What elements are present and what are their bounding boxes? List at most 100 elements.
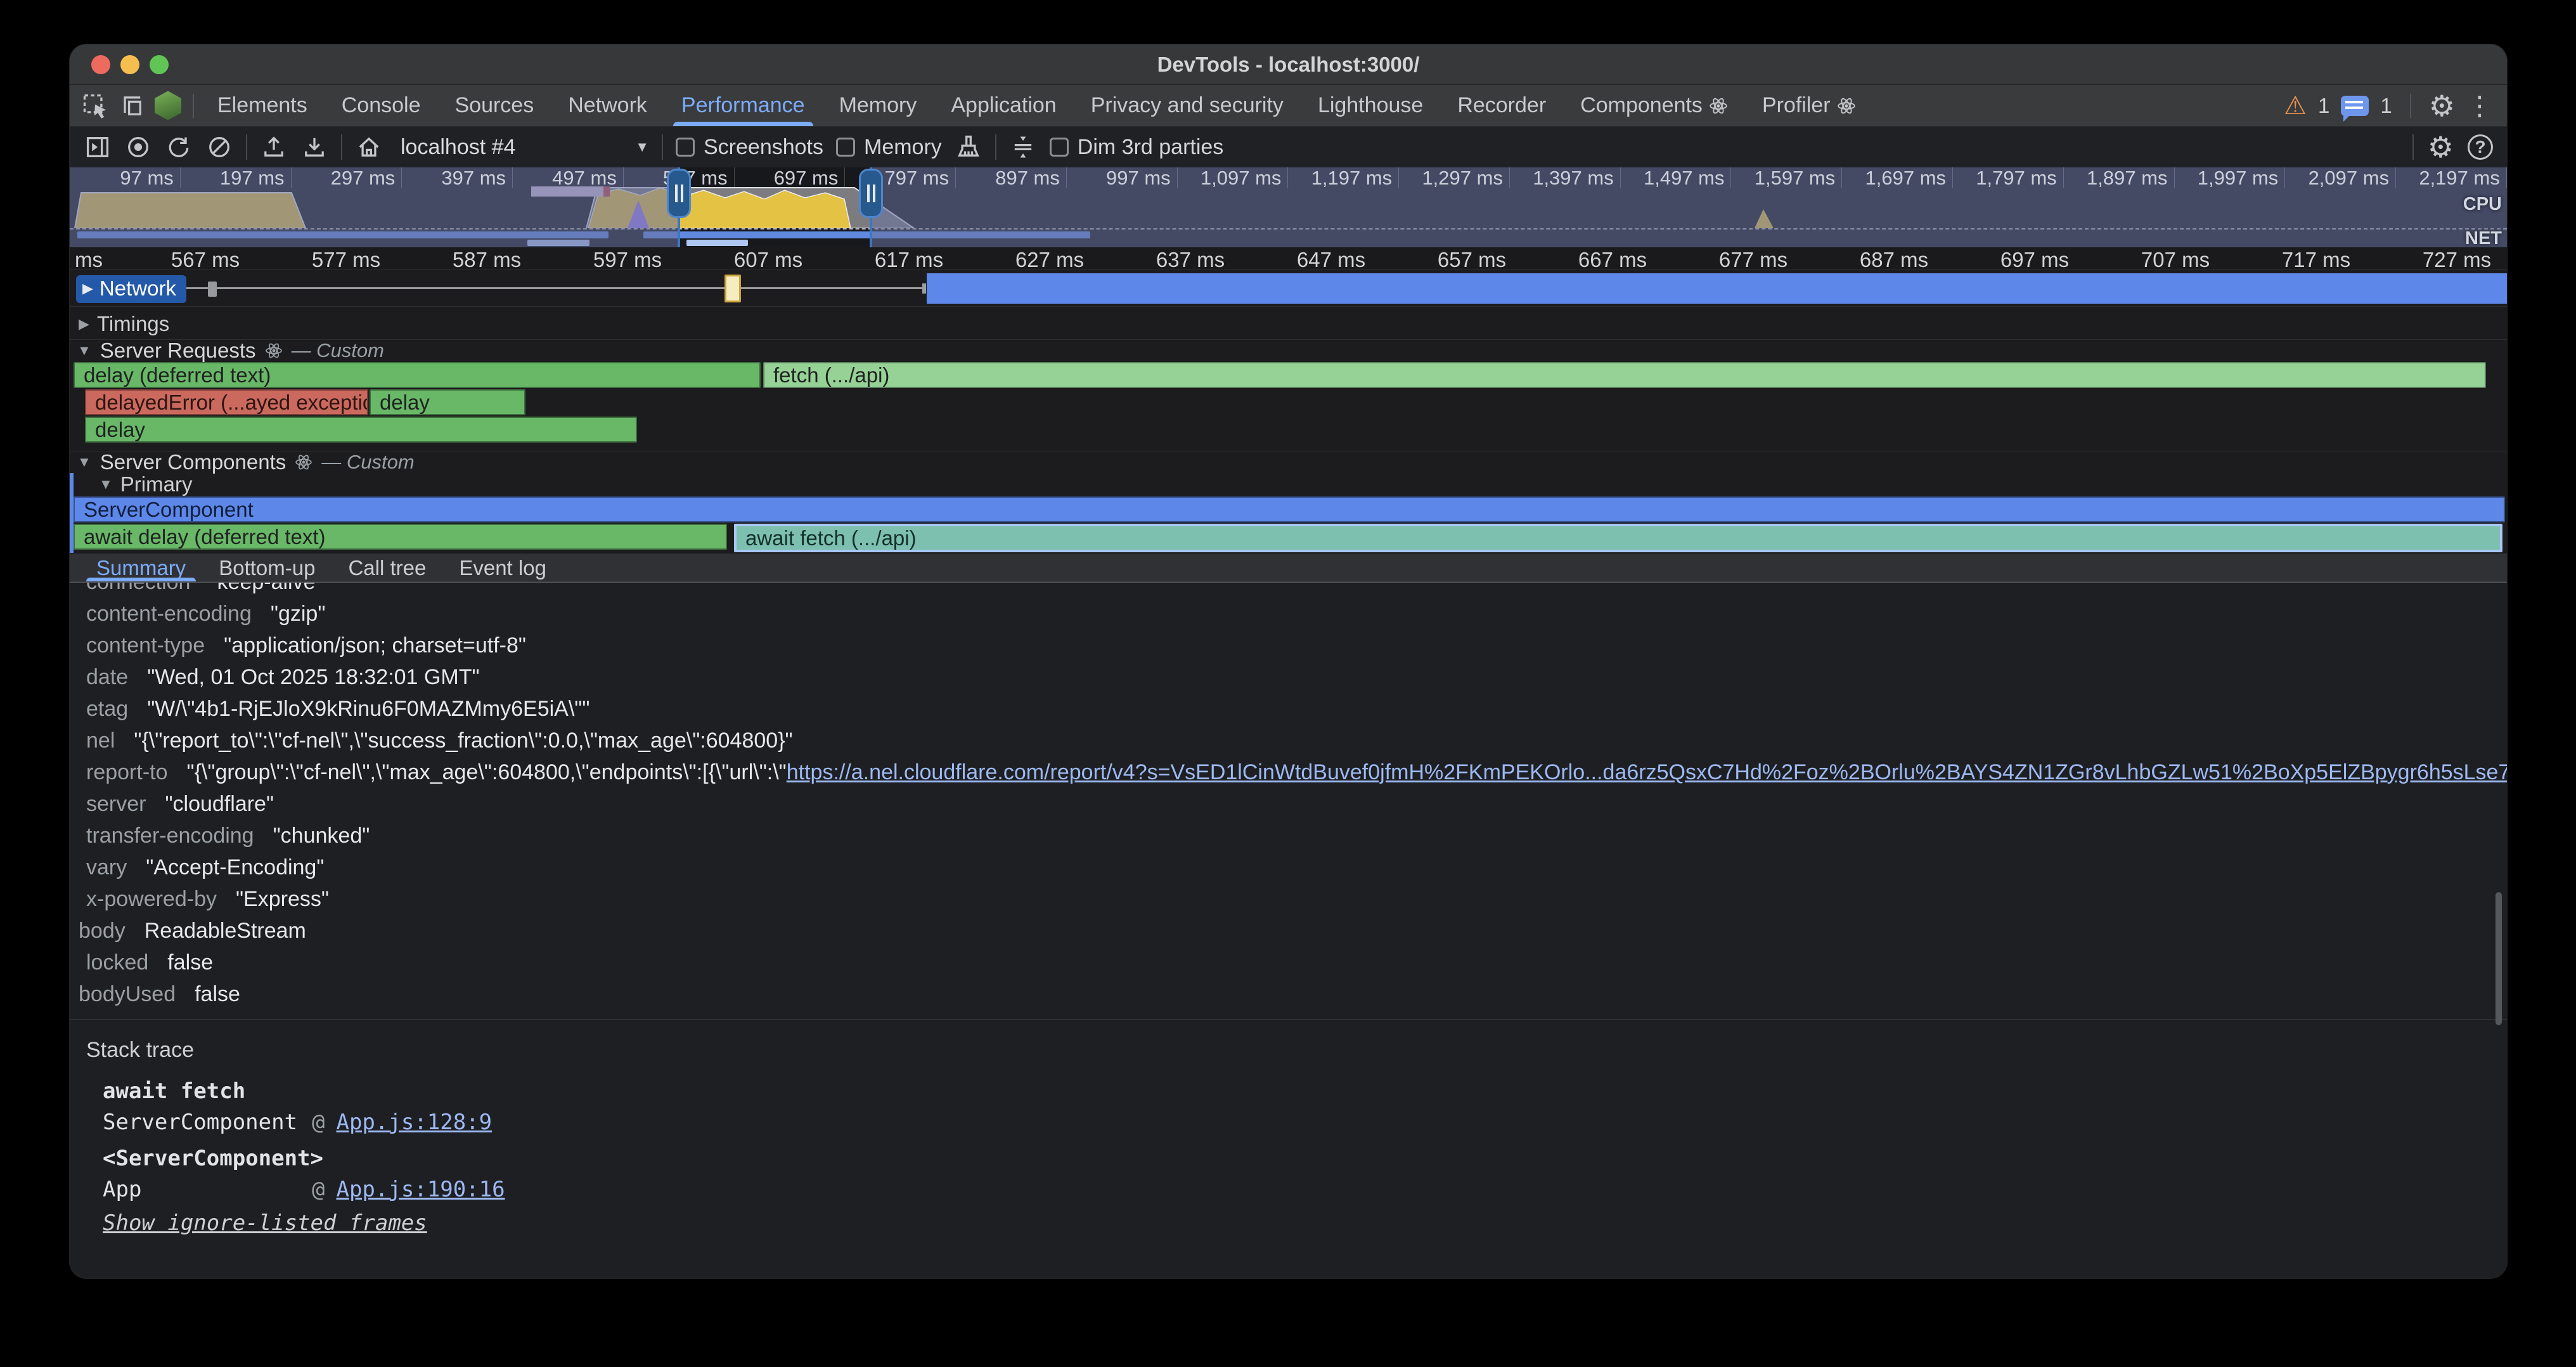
toolbar-separator — [2412, 134, 2414, 160]
settings-gear-icon[interactable]: ⚙ — [2429, 91, 2455, 120]
close-window-button[interactable] — [91, 55, 110, 74]
header-row: date "Wed, 01 Oct 2025 18:32:01 GMT" — [70, 661, 2507, 693]
memory-label: Memory — [864, 135, 942, 160]
axis-tick-label: 657 ms — [1438, 248, 1506, 272]
history-selector[interactable]: localhost #4 ▼ — [396, 135, 649, 160]
record-and-reload-icon[interactable] — [165, 133, 193, 161]
live-metrics-home-icon[interactable] — [355, 133, 383, 161]
timeline-event-bar[interactable]: ServerComponent — [74, 496, 2505, 522]
clear-icon[interactable] — [205, 133, 233, 161]
header-row: server "cloudflare" — [70, 788, 2507, 820]
devtools-tab[interactable]: Performance — [664, 85, 822, 126]
summary-pane[interactable]: connection "keep-alive" content-encoding… — [70, 582, 2507, 1278]
dim-3rd-parties-checkbox[interactable]: Dim 3rd parties — [1050, 135, 1224, 160]
network-request-stalled-box[interactable] — [724, 275, 741, 302]
timeline-overview[interactable]: 97 ms197 ms297 ms397 ms497 ms597 ms697 m… — [70, 167, 2507, 247]
devtools-tab[interactable]: Application — [934, 85, 1073, 126]
capture-settings-gear-icon[interactable]: ⚙ — [2428, 133, 2454, 162]
history-selected-value: localhost #4 — [401, 135, 515, 160]
details-tab[interactable]: Call tree — [332, 554, 442, 581]
collect-garbage-icon[interactable] — [955, 133, 982, 161]
load-profile-icon[interactable] — [260, 133, 288, 161]
server-components-group: ▼ Primary ServerComponent await delay (d… — [70, 473, 2507, 553]
zoom-window-button[interactable] — [150, 55, 169, 74]
timings-track-label[interactable]: ▶ Timings — [79, 312, 169, 336]
memory-checkbox[interactable]: Memory — [836, 135, 942, 160]
minimize-window-button[interactable] — [120, 55, 139, 74]
timeline-event-bar-selected[interactable]: await fetch (.../api) — [734, 524, 2502, 552]
device-toolbar-icon[interactable] — [118, 92, 146, 120]
network-request-download-bar[interactable] — [927, 273, 2507, 304]
property-row: locked false — [70, 947, 2507, 978]
devtools-tab[interactable]: Profiler — [1745, 85, 1873, 126]
overview-window-right-handle[interactable] — [870, 167, 872, 247]
overview-ruler-tick: 297 ms — [292, 167, 402, 188]
overview-ruler-tick: 197 ms — [181, 167, 292, 188]
timeline-event-bar[interactable]: fetch (.../api) — [763, 362, 2486, 388]
help-icon[interactable]: ? — [2468, 134, 2493, 160]
header-row: content-type "application/json; charset=… — [70, 630, 2507, 661]
timeline-event-bar[interactable]: delay (deferred text) — [74, 362, 761, 388]
devtools-tab[interactable]: Sources — [437, 85, 551, 126]
overview-ruler-tick: 1,997 ms — [2175, 167, 2286, 188]
axis-tick-label: 637 ms — [1156, 248, 1225, 272]
devtools-tab[interactable]: Lighthouse — [1301, 85, 1440, 126]
report-to-link[interactable]: https://a.nel.cloudflare.com/report/v4?s… — [787, 760, 2507, 784]
devtools-tab[interactable]: Privacy and security — [1074, 85, 1301, 126]
devtools-tab[interactable]: Memory — [822, 85, 934, 126]
inspect-element-icon[interactable] — [81, 92, 109, 120]
show-ignore-listed-frames-link[interactable]: Show ignore-listed frames — [70, 1207, 2507, 1238]
header-row: transfer-encoding "chunked" — [70, 820, 2507, 852]
devtools-tab[interactable]: Components — [1563, 85, 1745, 126]
timeline-event-bar[interactable]: await delay (deferred text) — [74, 524, 727, 550]
flamechart-settings-icon[interactable] — [1009, 133, 1037, 161]
drag-handle-grip[interactable] — [667, 169, 691, 218]
devtools-tab[interactable]: Elements — [200, 85, 325, 126]
more-options-icon[interactable]: ⋮ — [2466, 93, 2493, 119]
scrollbar-thumb[interactable] — [2496, 892, 2502, 1025]
section-divider — [70, 1019, 2507, 1020]
collapse-arrow-icon[interactable]: ▼ — [99, 476, 113, 493]
panel-tabs: Elements Console Sources — [200, 85, 1873, 126]
axis-tick-label: 697 ms — [2000, 248, 2069, 272]
warning-icon[interactable]: ⚠ — [2284, 93, 2307, 119]
overview-ruler-tick: 997 ms — [1067, 167, 1178, 188]
devtools-tab[interactable]: Console — [325, 85, 438, 126]
collapse-arrow-icon[interactable]: ▼ — [77, 454, 91, 470]
network-overview-bar-secondary — [686, 240, 748, 246]
network-track[interactable]: ▶ Network — [70, 270, 2507, 307]
source-location-link[interactable]: App.js:190:16 — [336, 1177, 505, 1202]
window-titlebar: DevTools - localhost:3000/ — [70, 44, 2507, 85]
overview-window-left-handle[interactable] — [678, 167, 680, 247]
timeline-event-bar[interactable]: delay — [85, 417, 637, 443]
axis-tick-label: 667 ms — [1578, 248, 1647, 272]
server-requests-header[interactable]: ▼ Server Requests — Custom — [70, 340, 2507, 361]
source-location-link[interactable]: App.js:128:9 — [336, 1110, 492, 1135]
details-tab[interactable]: Bottom-up — [202, 554, 332, 581]
expand-arrow-icon[interactable]: ▶ — [79, 316, 89, 332]
expand-arrow-icon[interactable]: ▶ — [82, 280, 93, 297]
timings-track[interactable]: ▶ Timings — [70, 307, 2507, 340]
collapse-arrow-icon[interactable]: ▼ — [77, 342, 91, 359]
server-components-header[interactable]: ▼ Server Components — Custom — [70, 451, 2507, 473]
network-track-label[interactable]: ▶ Network — [76, 275, 186, 303]
devtools-tab[interactable]: Network — [551, 85, 664, 126]
track-resize-handle[interactable] — [208, 282, 217, 297]
overview-ruler-tick: 1,397 ms — [1510, 167, 1621, 188]
overview-ruler-tick: 1,297 ms — [1399, 167, 1510, 188]
overview-ruler-tick: 497 ms — [513, 167, 624, 188]
devtools-tab[interactable]: Recorder — [1440, 85, 1563, 126]
timeline-event-bar-error[interactable]: delayedError (...ayed exception) — [85, 389, 368, 415]
details-tab[interactable]: Event log — [442, 554, 563, 581]
overview-ruler-tick: 2,197 ms — [2396, 167, 2507, 188]
stack-trace-frame: App @ App.js:190:16 — [70, 1174, 2507, 1205]
drag-handle-grip[interactable] — [859, 169, 883, 218]
issues-message-icon[interactable] — [2341, 96, 2369, 116]
record-icon[interactable] — [124, 133, 152, 161]
toggle-sidebar-icon[interactable] — [84, 133, 112, 161]
details-tab[interactable]: Summary — [80, 554, 202, 581]
screenshots-checkbox[interactable]: Screenshots — [676, 135, 823, 160]
timeline-event-bar[interactable]: delay — [370, 389, 525, 415]
save-profile-icon[interactable] — [300, 133, 328, 161]
primary-subtrack-label[interactable]: ▼ Primary — [70, 473, 2507, 496]
